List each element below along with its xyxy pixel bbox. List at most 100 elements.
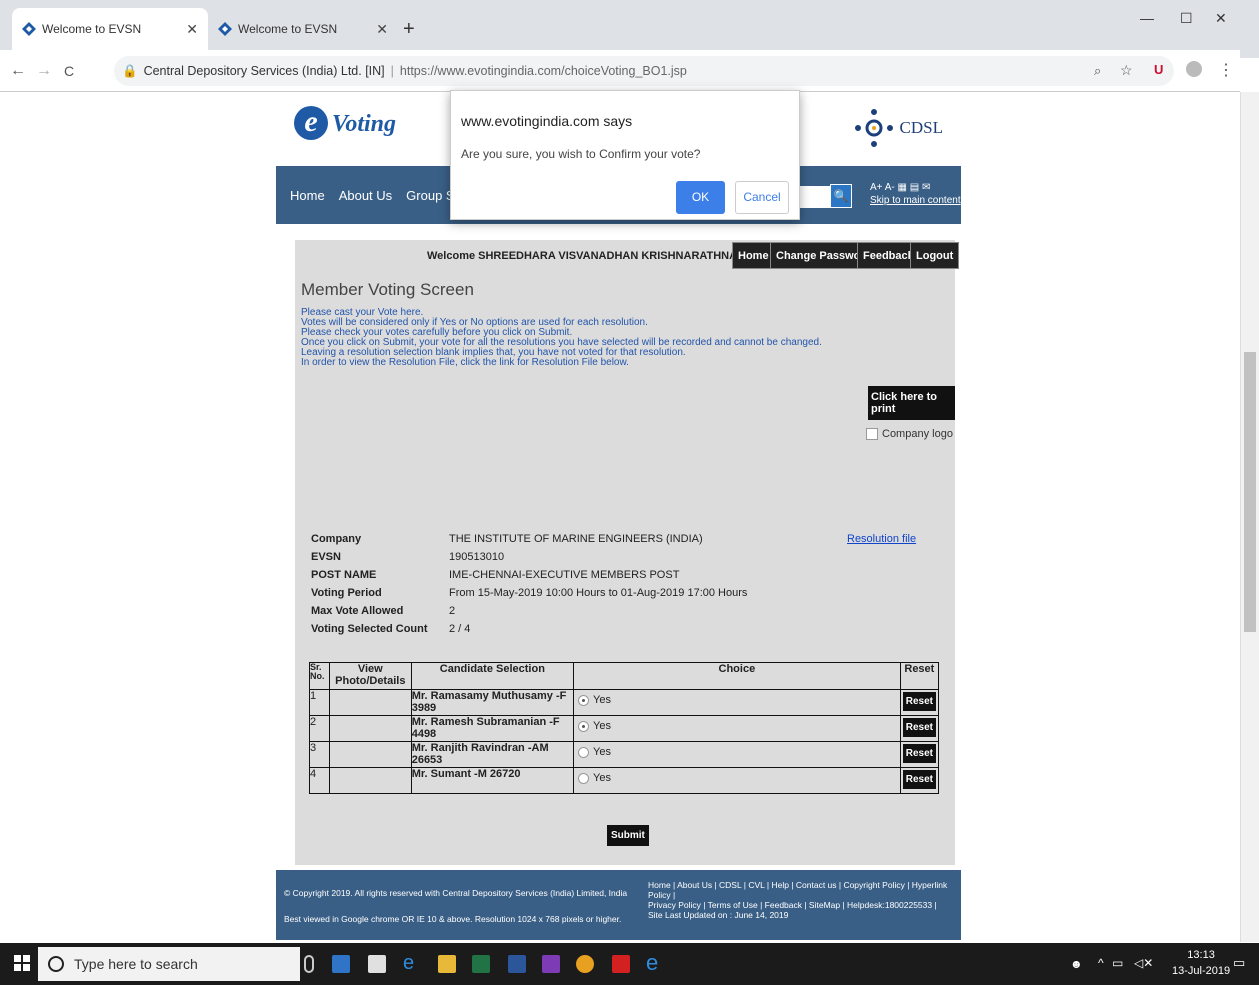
sr-no: 3 [309, 741, 330, 768]
back-icon[interactable]: ← [10, 62, 26, 80]
scrollbar-thumb[interactable] [1244, 352, 1256, 632]
confirm-dialog: www.evotingindia.com says Are you sure, … [450, 90, 800, 220]
reset-button[interactable]: Reset [902, 744, 936, 763]
store-icon[interactable] [368, 955, 386, 973]
network-icon[interactable]: ▭ [1112, 956, 1123, 970]
detail-label: Max Vote Allowed [311, 605, 404, 617]
windows-start-icon[interactable] [14, 955, 30, 971]
microphone-icon[interactable] [304, 955, 314, 973]
tray-chevron-icon[interactable]: ^ [1098, 956, 1104, 970]
logout-button[interactable]: Logout [910, 242, 960, 269]
skip-to-main-link[interactable]: Skip to main content [870, 195, 961, 206]
address-bar[interactable]: 🔒 Central Depository Services (India) Lt… [114, 56, 1174, 86]
taskbar-search[interactable]: Type here to search [38, 947, 300, 981]
voting-panel: Welcome SHREEDHARA VISVANADHAN KRISHNARA… [295, 240, 960, 865]
close-tab-icon[interactable]: ✕ [376, 21, 388, 38]
user-bar: Welcome SHREEDHARA VISVANADHAN KRISHNARA… [295, 240, 960, 270]
task-view-icon[interactable] [332, 955, 350, 973]
candidate-name: Mr. Ranjith Ravindran -AM 26653 [410, 741, 575, 768]
choice-cell: Yes [573, 715, 901, 742]
edge-icon[interactable]: e [646, 952, 664, 974]
footer-links[interactable]: Privacy Policy | Terms of Use | Feedback… [648, 900, 961, 910]
print-button[interactable]: Click here to print [868, 386, 955, 420]
detail-value: 2 [449, 605, 456, 617]
page-scrollbar[interactable] [1240, 92, 1259, 942]
mcafee-icon[interactable] [612, 955, 630, 973]
choice-cell: Yes [573, 689, 901, 716]
people-icon[interactable]: ☻ [1070, 957, 1083, 971]
close-window-icon[interactable]: ✕ [1215, 10, 1227, 27]
excel-icon[interactable] [472, 955, 490, 973]
ie-icon[interactable]: e [403, 953, 421, 973]
candidate-name: Mr. Sumant -M 26720 [410, 767, 575, 794]
notification-icon[interactable]: ▭ [1233, 955, 1245, 971]
cdsl-logo[interactable]: CDSL [854, 108, 943, 148]
broken-image-icon [866, 428, 878, 440]
choice-label: Yes [593, 694, 611, 706]
detail-label: EVSN [311, 551, 341, 563]
column-header: Candidate Selection [410, 662, 575, 690]
browser-tab-1[interactable]: Welcome to EVSN ✕ [12, 8, 208, 50]
font-size-controls[interactable]: A+ A- [870, 182, 895, 193]
yes-radio[interactable] [578, 772, 589, 784]
column-header: View Photo/Details [328, 662, 412, 690]
browser-toolbar: ← → C 🔒 Central Depository Services (Ind… [0, 50, 1240, 92]
reload-icon[interactable]: C [64, 63, 74, 79]
cancel-button[interactable]: Cancel [735, 181, 789, 214]
reset-cell: Reset [899, 715, 940, 742]
forward-icon[interactable]: → [36, 62, 52, 80]
yes-radio[interactable] [578, 720, 589, 732]
instructions: Please cast your Vote here. Votes will b… [301, 308, 822, 368]
new-tab-icon[interactable]: + [403, 18, 415, 41]
view-photo-cell [328, 689, 412, 716]
menu-icon[interactable]: ⋮ [1218, 60, 1234, 80]
view-photo-cell [328, 741, 412, 768]
detail-value: THE INSTITUTE OF MARINE ENGINEERS (INDIA… [449, 533, 703, 545]
evsn-favicon-icon [22, 22, 36, 36]
view-photo-cell [328, 715, 412, 742]
resolution-file-link[interactable]: Resolution file [847, 533, 916, 545]
voting-table: Sr. No. View Photo/Details Candidate Sel… [309, 662, 940, 794]
sr-no: 1 [309, 689, 330, 716]
last-updated-text: Site Last Updated on : June 14, 2019 [648, 910, 789, 920]
site-footer: © Copyright 2019. All rights reserved wi… [276, 870, 961, 940]
yes-radio[interactable] [578, 694, 589, 706]
mcafee-extension-icon[interactable]: U [1154, 62, 1163, 77]
chrome-icon[interactable] [576, 955, 594, 973]
sr-no: 4 [309, 767, 330, 794]
profile-avatar[interactable] [1186, 61, 1202, 77]
reset-button[interactable]: Reset [902, 692, 936, 711]
explorer-icon[interactable] [438, 955, 456, 973]
cdsl-mark-icon [854, 108, 894, 148]
footer-links[interactable]: Home | About Us | CDSL | CVL | Help | Co… [648, 880, 961, 900]
accessibility-icons[interactable]: ▦ ▤ ✉ [898, 182, 931, 193]
search-icon[interactable]: 🔍 [830, 184, 852, 208]
nav-about-us[interactable]: About Us [339, 188, 392, 203]
detail-value: IME-CHENNAI-EXECUTIVE MEMBERS POST [449, 569, 680, 581]
system-clock[interactable]: 13:13 13-Jul-2019 [1172, 947, 1230, 979]
home-button[interactable]: Home [732, 242, 775, 269]
evoting-logo[interactable]: e Voting [294, 106, 396, 140]
detail-label: Company [311, 533, 362, 545]
submit-button[interactable]: Submit [607, 825, 649, 846]
table-row: 1 Mr. Ramasamy Muthusamy -F 3989 Yes Res… [309, 689, 940, 716]
zoom-icon[interactable]: ⌕ [1094, 63, 1101, 79]
reset-button[interactable]: Reset [902, 770, 936, 789]
choice-label: Yes [593, 746, 611, 758]
nav-home[interactable]: Home [290, 188, 325, 203]
reset-button[interactable]: Reset [902, 718, 936, 737]
lock-icon: 🔒 [122, 63, 138, 78]
yes-radio[interactable] [578, 746, 589, 758]
browser-tab-2[interactable]: Welcome to EVSN ✕ [208, 8, 398, 50]
accessibility-controls: A+ A- ▦ ▤ ✉ Skip to main content [870, 182, 961, 206]
minimize-icon[interactable]: — [1140, 10, 1154, 26]
volume-muted-icon[interactable]: ◁✕ [1134, 956, 1153, 970]
app-icon[interactable] [542, 955, 560, 973]
close-tab-icon[interactable]: ✕ [186, 21, 198, 38]
ok-button[interactable]: OK [676, 181, 725, 214]
column-header: Reset [899, 662, 940, 690]
table-row: 3 Mr. Ranjith Ravindran -AM 26653 Yes Re… [309, 741, 940, 768]
bookmark-star-icon[interactable]: ☆ [1120, 62, 1133, 79]
maximize-icon[interactable]: ☐ [1180, 10, 1193, 27]
word-icon[interactable] [508, 955, 526, 973]
